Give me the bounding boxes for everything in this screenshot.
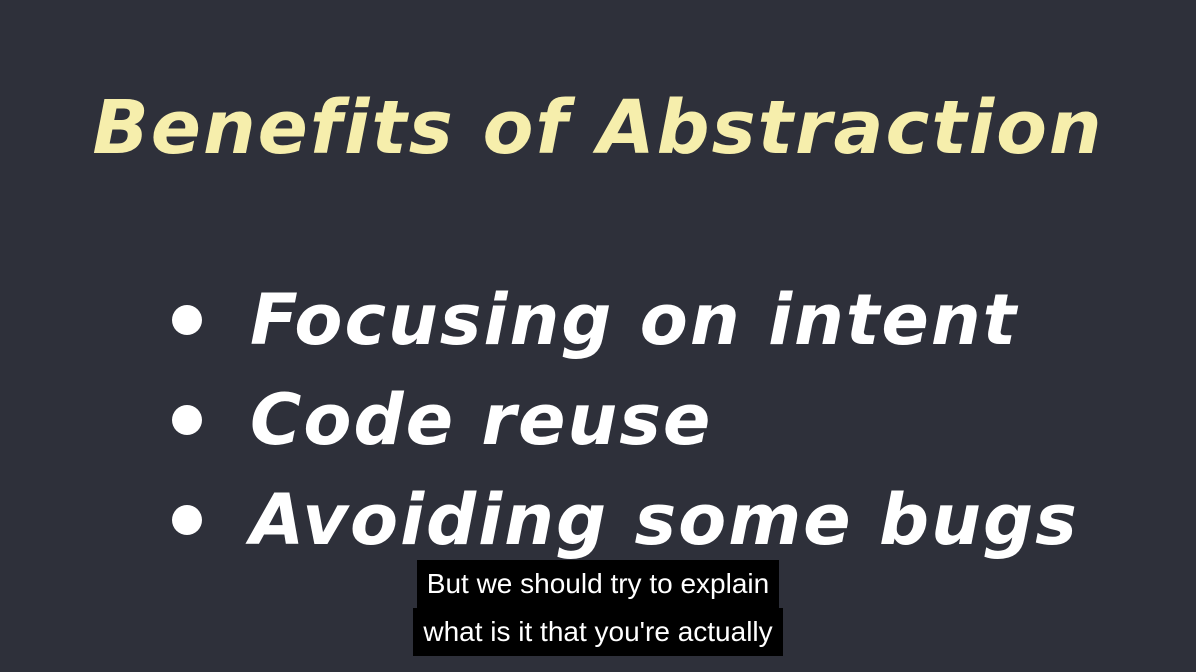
bullet-item: Avoiding some bugs xyxy=(172,470,1079,570)
bullet-item: Code reuse xyxy=(172,370,1079,470)
slide-title: Benefits of Abstraction xyxy=(92,85,1104,171)
bullet-text: Code reuse xyxy=(250,379,713,461)
subtitle-captions: But we should try to explain what is it … xyxy=(0,560,1196,656)
bullet-dot-icon xyxy=(172,505,202,535)
caption-line: But we should try to explain xyxy=(416,560,780,608)
bullet-text: Focusing on intent xyxy=(250,279,1019,361)
bullet-dot-icon xyxy=(172,405,202,435)
bullet-item: Focusing on intent xyxy=(172,270,1079,370)
bullet-list: Focusing on intent Code reuse Avoiding s… xyxy=(172,270,1079,570)
bullet-dot-icon xyxy=(172,305,202,335)
caption-line: what is it that you're actually xyxy=(413,608,783,656)
bullet-text: Avoiding some bugs xyxy=(250,479,1079,561)
